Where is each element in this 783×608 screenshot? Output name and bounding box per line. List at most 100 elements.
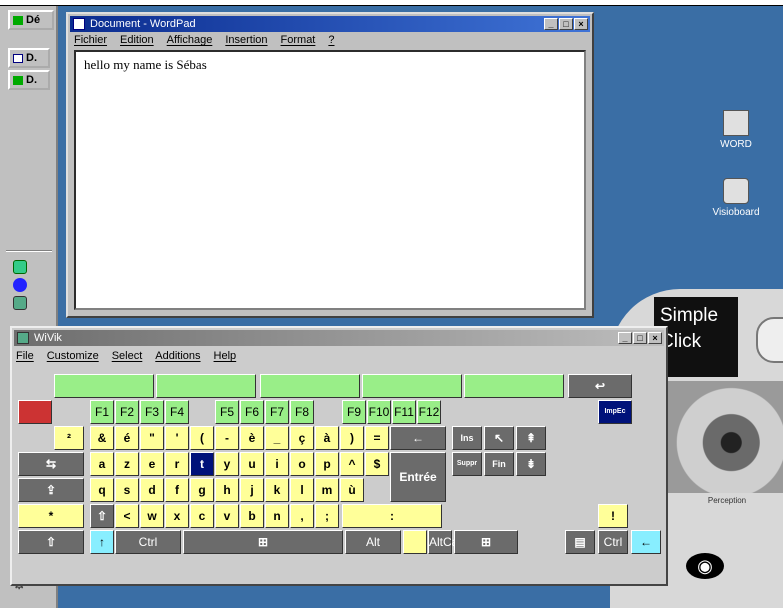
key-)[interactable]: ) — [340, 426, 364, 450]
menu-help[interactable]: Help — [214, 350, 237, 362]
document-text-area[interactable]: hello my name is Sébas — [74, 50, 586, 310]
key-*[interactable]: * — [18, 504, 84, 528]
key-⇪[interactable]: ⇪ — [18, 478, 84, 502]
key-=[interactable]: = — [365, 426, 389, 450]
key-ç[interactable]: ç — [290, 426, 314, 450]
key-▤[interactable]: ▤ — [565, 530, 595, 554]
key-←[interactable]: ← — [631, 530, 661, 554]
key-t[interactable]: t — [190, 452, 214, 476]
key-Ctrl[interactable]: Ctrl — [115, 530, 181, 554]
key-⊞[interactable]: ⊞ — [183, 530, 343, 554]
key-⇟[interactable]: ⇟ — [516, 452, 546, 476]
key-Alt[interactable]: Alt — [345, 530, 401, 554]
close-button[interactable]: × — [574, 18, 588, 30]
menu-customize[interactable]: Customize — [47, 350, 99, 362]
menu-insertion[interactable]: Insertion — [225, 34, 267, 46]
key-Ctrl[interactable]: Ctrl — [598, 530, 628, 554]
key-↖[interactable]: ↖ — [484, 426, 514, 450]
menu-fichier[interactable]: Fichier — [74, 34, 107, 46]
wivik-titlebar[interactable]: WiVik _ □ × — [14, 330, 664, 346]
key-F6[interactable]: F6 — [240, 400, 264, 424]
key-Suppr[interactable]: Suppr — [452, 452, 482, 476]
key-v[interactable]: v — [215, 504, 239, 528]
key--[interactable]: - — [215, 426, 239, 450]
key-F8[interactable]: F8 — [290, 400, 314, 424]
key-l[interactable]: l — [290, 478, 314, 502]
desktop-icon-visioboard[interactable]: Visioboard — [697, 178, 775, 218]
key-blank[interactable] — [403, 530, 427, 554]
key-Ins[interactable]: Ins — [452, 426, 482, 450]
key-y[interactable]: y — [215, 452, 239, 476]
tray-keyboard-icon[interactable] — [13, 296, 27, 310]
eye-button[interactable]: ◉ — [686, 553, 724, 579]
key-![interactable]: ! — [598, 504, 628, 528]
key-⇆[interactable]: ⇆ — [18, 452, 84, 476]
taskbar-button-document[interactable]: D. — [8, 48, 50, 68]
key-i[interactable]: i — [265, 452, 289, 476]
key-u[interactable]: u — [240, 452, 264, 476]
menu-affichage[interactable]: Affichage — [167, 34, 213, 46]
key-F9[interactable]: F9 — [342, 400, 366, 424]
desktop-icon-word[interactable]: WORD — [697, 110, 775, 150]
key-'[interactable]: ' — [165, 426, 189, 450]
key-n[interactable]: n — [265, 504, 289, 528]
minimize-button[interactable]: _ — [618, 332, 632, 344]
key-Entrée[interactable]: Entrée — [390, 452, 446, 502]
key-⇞[interactable]: ⇞ — [516, 426, 546, 450]
menu-file[interactable]: File — [16, 350, 34, 362]
key-p[interactable]: p — [315, 452, 339, 476]
key-blank[interactable] — [464, 374, 564, 398]
key-:[interactable]: : — [342, 504, 442, 528]
taskbar-button-other[interactable]: D. — [8, 70, 50, 90]
key-F2[interactable]: F2 — [115, 400, 139, 424]
menu-edition[interactable]: Edition — [120, 34, 154, 46]
key-,[interactable]: , — [290, 504, 314, 528]
key-e[interactable]: e — [140, 452, 164, 476]
key-&[interactable]: & — [90, 426, 114, 450]
key-w[interactable]: w — [140, 504, 164, 528]
key-F3[interactable]: F3 — [140, 400, 164, 424]
key-"[interactable]: " — [140, 426, 164, 450]
key-$[interactable]: $ — [365, 452, 389, 476]
maximize-button[interactable]: □ — [633, 332, 647, 344]
key-⊞[interactable]: ⊞ — [454, 530, 518, 554]
tray-internet-icon[interactable] — [13, 278, 27, 292]
key-<[interactable]: < — [115, 504, 139, 528]
menu-additions[interactable]: Additions — [155, 350, 200, 362]
key-AltCar[interactable]: AltCar — [428, 530, 462, 554]
key-_[interactable]: _ — [265, 426, 289, 450]
key-g[interactable]: g — [190, 478, 214, 502]
key-([interactable]: ( — [190, 426, 214, 450]
key-f[interactable]: f — [165, 478, 189, 502]
key-;[interactable]: ; — [315, 504, 339, 528]
key-x[interactable]: x — [165, 504, 189, 528]
key-←[interactable]: ← — [390, 426, 446, 450]
key-ù[interactable]: ù — [340, 478, 364, 502]
key-ImpEc[interactable]: ImpEc — [598, 400, 632, 424]
maximize-button[interactable]: □ — [559, 18, 573, 30]
menu-select[interactable]: Select — [112, 350, 143, 362]
key-F12[interactable]: F12 — [417, 400, 441, 424]
key-↩[interactable]: ↩ — [568, 374, 632, 398]
key-F4[interactable]: F4 — [165, 400, 189, 424]
key-é[interactable]: é — [115, 426, 139, 450]
menu-help[interactable]: ? — [328, 34, 334, 46]
key-j[interactable]: j — [240, 478, 264, 502]
key-c[interactable]: c — [190, 504, 214, 528]
key-k[interactable]: k — [265, 478, 289, 502]
key-blank[interactable] — [362, 374, 462, 398]
key-^[interactable]: ^ — [340, 452, 364, 476]
key-s[interactable]: s — [115, 478, 139, 502]
wordpad-titlebar[interactable]: Document - WordPad _ □ × — [70, 16, 590, 32]
key-z[interactable]: z — [115, 452, 139, 476]
key-↑[interactable]: ↑ — [90, 530, 114, 554]
key-è[interactable]: è — [240, 426, 264, 450]
taskbar-button-desktop[interactable]: Dé — [8, 10, 54, 30]
key-F10[interactable]: F10 — [367, 400, 391, 424]
minimize-button[interactable]: _ — [544, 18, 558, 30]
key-⇧[interactable]: ⇧ — [90, 504, 114, 528]
key-r[interactable]: r — [165, 452, 189, 476]
menu-format[interactable]: Format — [281, 34, 316, 46]
key-⇧[interactable]: ⇧ — [18, 530, 84, 554]
key-à[interactable]: à — [315, 426, 339, 450]
